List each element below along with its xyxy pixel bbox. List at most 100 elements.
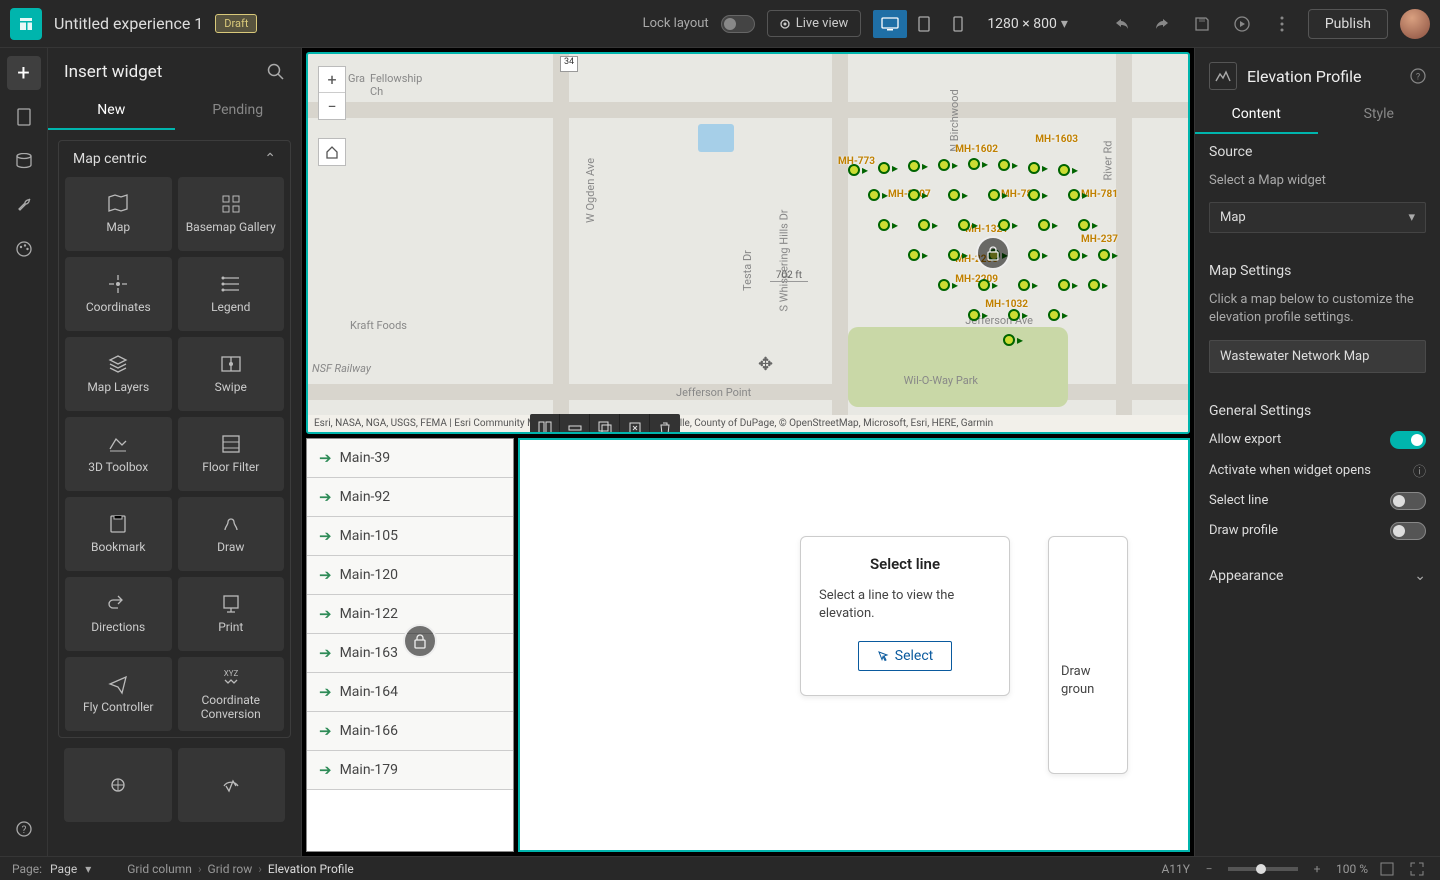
widget-card-extra1[interactable] bbox=[64, 748, 172, 822]
list-item[interactable]: ➔Main-120 bbox=[307, 556, 513, 595]
zoom-out-button[interactable]: − bbox=[319, 93, 345, 119]
manhole-node bbox=[908, 160, 920, 172]
crumb-item[interactable]: Grid column bbox=[127, 862, 192, 876]
widget-card-floor-filter[interactable]: Floor Filter bbox=[178, 417, 285, 491]
a11y-button[interactable]: A11Y bbox=[1161, 862, 1190, 876]
widget-card-basemap-gallery[interactable]: Basemap Gallery bbox=[178, 177, 285, 251]
fullscreen-button[interactable] bbox=[1406, 861, 1428, 877]
flow-arrow-icon: ▸ bbox=[982, 157, 988, 171]
widget-card-directions[interactable]: Directions bbox=[65, 577, 172, 651]
eye-icon bbox=[780, 19, 790, 29]
duplicate-button[interactable] bbox=[590, 414, 620, 434]
zoom-in-button[interactable]: + bbox=[319, 67, 345, 93]
align-left-button[interactable] bbox=[530, 414, 560, 434]
data-panel-button[interactable] bbox=[7, 144, 41, 178]
list-item[interactable]: ➔Main-166 bbox=[307, 712, 513, 751]
tab-style[interactable]: Style bbox=[1318, 96, 1440, 134]
lock-layout-toggle[interactable] bbox=[721, 15, 755, 33]
map-zoom-control[interactable]: + − bbox=[318, 66, 346, 120]
delete-button[interactable] bbox=[650, 414, 680, 434]
widget-card-extra2[interactable] bbox=[178, 748, 286, 822]
widget-card-fly-controller[interactable]: Fly Controller bbox=[65, 657, 172, 731]
tab-new[interactable]: New bbox=[48, 92, 175, 130]
zoom-in-button[interactable]: + bbox=[1306, 861, 1328, 877]
select-line-button[interactable]: Select bbox=[858, 641, 952, 671]
arrow-right-icon: ➔ bbox=[319, 644, 332, 662]
utilities-panel-button[interactable] bbox=[7, 188, 41, 222]
select-line-toggle[interactable] bbox=[1390, 492, 1426, 510]
canvas-size-select[interactable]: 1280 × 800▾ bbox=[987, 16, 1068, 32]
list-item[interactable]: ➔Main-164 bbox=[307, 673, 513, 712]
align-center-button[interactable] bbox=[560, 414, 590, 434]
page-value[interactable]: Page bbox=[50, 862, 77, 876]
undo-button[interactable] bbox=[1108, 10, 1136, 38]
list-item[interactable]: ➔Main-179 bbox=[307, 751, 513, 790]
map-widget[interactable]: Gra Fellowship Ch W Ogden Ave Kraft Food… bbox=[306, 52, 1190, 434]
widget-card-legend[interactable]: Legend bbox=[178, 257, 285, 331]
widget-card-map[interactable]: Map bbox=[65, 177, 172, 251]
flow-arrow-icon: ▸ bbox=[1042, 248, 1048, 262]
widget-card-bookmark[interactable]: Bookmark bbox=[65, 497, 172, 571]
map-settings-heading: Map Settings bbox=[1209, 263, 1426, 279]
live-view-button[interactable]: Live view bbox=[767, 10, 862, 37]
manhole-node bbox=[958, 219, 970, 231]
cursor-icon bbox=[877, 650, 889, 662]
appearance-section[interactable]: Appearance⌄ bbox=[1209, 568, 1426, 584]
insert-widget-button[interactable]: + bbox=[7, 56, 41, 90]
map-widget-select[interactable]: Map▾ bbox=[1209, 202, 1426, 233]
redo-button[interactable] bbox=[1148, 10, 1176, 38]
fit-button[interactable] bbox=[1376, 861, 1398, 877]
info-icon[interactable]: ⓘ bbox=[1413, 461, 1426, 480]
preview-button[interactable] bbox=[1228, 10, 1256, 38]
manhole-label: MH-1602 bbox=[955, 144, 998, 155]
tab-content[interactable]: Content bbox=[1195, 96, 1318, 134]
search-widgets-button[interactable] bbox=[267, 63, 285, 81]
feature-list-widget[interactable]: ➔Main-39➔Main-92➔Main-105➔Main-120➔Main-… bbox=[306, 438, 514, 852]
allow-export-toggle[interactable] bbox=[1390, 431, 1426, 449]
theme-panel-button[interactable] bbox=[7, 232, 41, 266]
list-item[interactable]: ➔Main-105 bbox=[307, 517, 513, 556]
feature-name: Main-120 bbox=[340, 567, 398, 583]
tab-pending[interactable]: Pending bbox=[175, 92, 302, 130]
page-panel-button[interactable] bbox=[7, 100, 41, 134]
list-item[interactable]: ➔Main-92 bbox=[307, 478, 513, 517]
user-avatar[interactable] bbox=[1400, 9, 1430, 39]
device-phone[interactable] bbox=[941, 10, 975, 38]
widget-card-print[interactable]: Print bbox=[178, 577, 285, 651]
chevron-down-icon[interactable]: ▾ bbox=[85, 862, 91, 876]
map-home-button[interactable] bbox=[318, 138, 346, 166]
save-button[interactable] bbox=[1188, 10, 1216, 38]
widget-card-coordinates[interactable]: Coordinates bbox=[65, 257, 172, 331]
zoom-slider[interactable] bbox=[1228, 867, 1298, 871]
elevation-profile-widget[interactable]: Select line Select a line to view the el… bbox=[518, 438, 1190, 852]
publish-button[interactable]: Publish bbox=[1308, 9, 1388, 39]
widget-section-header[interactable]: Map centric ⌃ bbox=[59, 141, 290, 177]
experience-title[interactable]: Untitled experience 1 bbox=[54, 14, 203, 33]
crumb-item[interactable]: Grid row bbox=[208, 862, 253, 876]
list-item[interactable]: ➔Main-39 bbox=[307, 439, 513, 478]
widget-card-swipe[interactable]: Swipe bbox=[178, 337, 285, 411]
activate-open-label: Activate when widget opens bbox=[1209, 463, 1371, 478]
widget-icon bbox=[220, 273, 242, 295]
widget-card-3d-toolbox[interactable]: 3D Toolbox bbox=[65, 417, 172, 491]
manhole-node bbox=[1058, 164, 1070, 176]
more-menu[interactable] bbox=[1268, 10, 1296, 38]
device-desktop[interactable] bbox=[873, 10, 907, 38]
feature-name: Main-179 bbox=[340, 762, 398, 778]
pending-button[interactable] bbox=[620, 414, 650, 434]
app-logo[interactable] bbox=[10, 8, 42, 40]
device-tablet[interactable] bbox=[907, 10, 941, 38]
help-button[interactable]: ? bbox=[7, 812, 41, 846]
widget-card-map-layers[interactable]: Map Layers bbox=[65, 337, 172, 411]
selected-map-item[interactable]: Wastewater Network Map bbox=[1209, 340, 1426, 373]
manhole-node bbox=[968, 158, 980, 170]
widget-card-coordinate-conversion[interactable]: XYZCoordinate Conversion bbox=[178, 657, 285, 731]
help-link[interactable]: ? bbox=[1410, 68, 1426, 84]
crumb-item[interactable]: Elevation Profile bbox=[268, 862, 354, 876]
zoom-out-button[interactable]: − bbox=[1198, 861, 1220, 877]
manhole-label: MH-237 bbox=[1081, 234, 1118, 245]
widget-icon bbox=[107, 433, 129, 455]
widget-card-draw[interactable]: Draw bbox=[178, 497, 285, 571]
hwy-shield: 34 bbox=[560, 56, 578, 72]
draw-profile-toggle[interactable] bbox=[1390, 522, 1426, 540]
